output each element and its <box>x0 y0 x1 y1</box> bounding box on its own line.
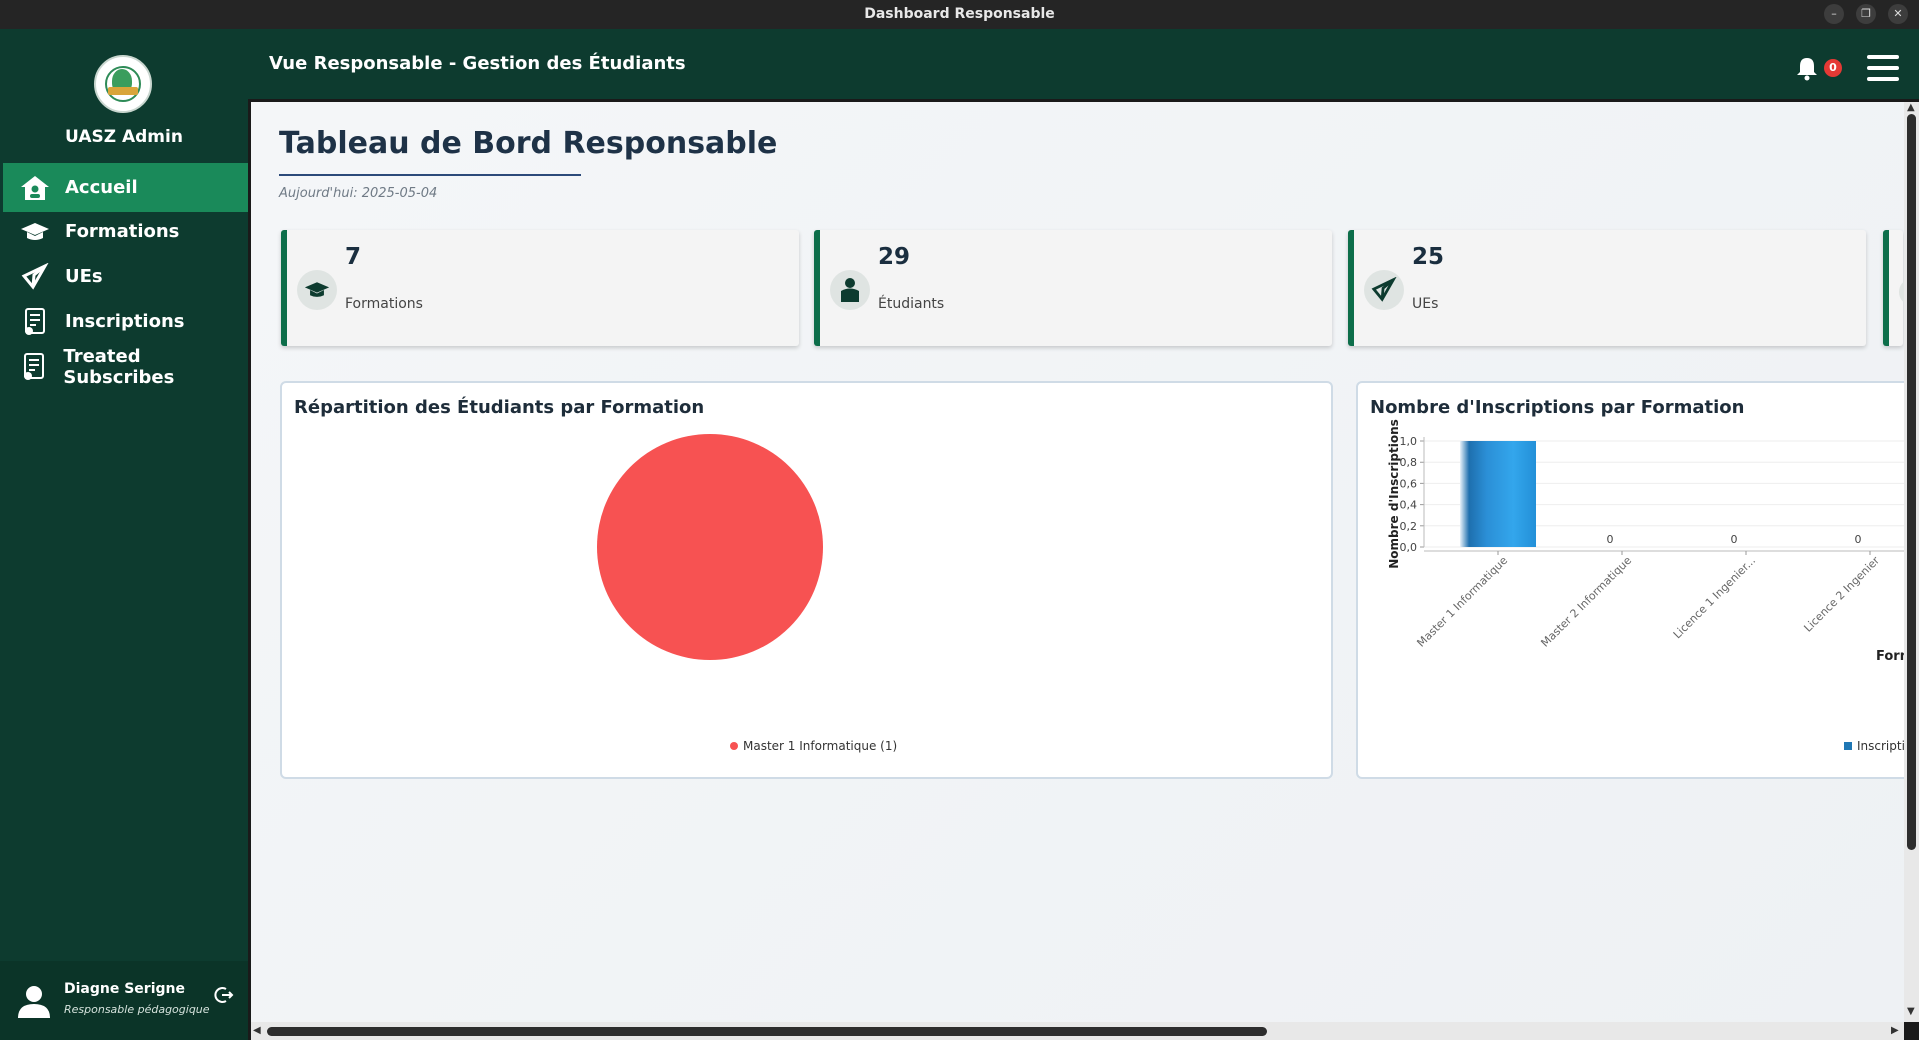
sidebar-item-label: Treated Subscribes <box>63 345 175 388</box>
document-icon <box>19 351 49 383</box>
sidebar-item-treated-subscribes[interactable]: Treated Subscribes <box>3 342 248 391</box>
legend-square <box>1844 742 1852 750</box>
current-date: Aujourd'hui: 2025-05-04 <box>279 186 438 201</box>
user-role: Responsable pédagogique <box>64 1003 210 1016</box>
sidebar-item-formations[interactable]: Formations <box>3 207 248 256</box>
bar-data-label: 0 <box>1731 533 1738 546</box>
main-content: Tableau de Bord Responsable Aujourd'hui:… <box>251 102 1904 1022</box>
bar-y-tick-label: 0,8 <box>1400 456 1418 469</box>
header-bar: Vue Responsable - Gestion des Étudiants … <box>248 29 1919 99</box>
document-icon <box>19 306 51 338</box>
sidebar-item-accueil[interactable]: Accueil <box>3 163 248 212</box>
horizontal-scroll-thumb[interactable] <box>267 1027 1267 1036</box>
stat-label: UEs <box>1412 296 1439 312</box>
bar-y-tick-label: 1,0 <box>1400 435 1418 448</box>
menu-icon[interactable] <box>1867 55 1899 81</box>
graduation-cap-icon <box>19 216 51 248</box>
bar-legend-item: Inscriptio <box>1844 739 1904 753</box>
sidebar-brand: UASZ Admin <box>65 127 183 147</box>
page-title: Tableau de Bord Responsable <box>279 126 778 161</box>
home-icon <box>19 172 51 204</box>
sidebar-item-label: Accueil <box>65 177 138 198</box>
pie-chart <box>597 434 823 660</box>
header-title: Vue Responsable - Gestion des Étudiants <box>269 53 686 74</box>
scroll-right-icon[interactable]: ▶ <box>1891 1025 1899 1036</box>
bar-y-tick-label: 0,0 <box>1400 541 1418 554</box>
horizontal-scrollbar[interactable]: ◀ ▶ <box>251 1022 1904 1040</box>
stat-label: Formations <box>345 296 423 312</box>
unity-icon <box>1364 270 1404 310</box>
bar-data-label: 0 <box>1607 533 1614 546</box>
minimize-icon[interactable]: – <box>1824 4 1844 24</box>
bar-y-tick-label: 0,6 <box>1400 477 1418 490</box>
bar-y-tick-label: 0,2 <box>1400 520 1418 533</box>
window-titlebar: Dashboard Responsable – ❐ ✕ <box>0 0 1919 29</box>
unity-icon <box>19 261 51 293</box>
stat-label: Étudiants <box>878 296 945 312</box>
bar-data-label: 0 <box>1855 533 1862 546</box>
bar-x-axis-label: Form <box>1876 649 1904 664</box>
user-name: Diagne Serigne <box>64 981 185 997</box>
pie-slice <box>597 434 823 660</box>
sidebar-item-inscriptions[interactable]: Inscriptions <box>3 297 248 346</box>
sidebar: UASZ Admin Accueil Formations UEs Inscri… <box>0 29 248 1040</box>
bar-legend-label: Inscriptio <box>1857 739 1904 753</box>
scroll-left-icon[interactable]: ◀ <box>253 1025 261 1036</box>
bar-chart-panel: Nombre d'Inscriptions par Formation Nomb… <box>1356 381 1904 779</box>
stat-value: 29 <box>878 244 911 270</box>
bar-x-tick-label: Licence 2 Ingenier <box>1801 554 1882 635</box>
scroll-down-icon[interactable]: ▼ <box>1907 1006 1915 1017</box>
pie-legend-item: Master 1 Informatique (1) <box>730 739 897 753</box>
student-icon <box>830 270 870 310</box>
logout-icon[interactable] <box>214 985 234 1005</box>
stat-card-etudiants: 29 Étudiants <box>814 230 1332 346</box>
vertical-scrollbar[interactable]: ▲ ▼ <box>1904 102 1919 1022</box>
bar-x-tick-label: Master 2 Informatique <box>1538 554 1634 650</box>
university-logo <box>94 55 152 113</box>
pie-legend-label: Master 1 Informatique (1) <box>743 739 898 753</box>
user-panel: Diagne Serigne Responsable pédagogique <box>0 961 248 1040</box>
bar-x-tick-label: Master 1 Informatique <box>1414 554 1510 650</box>
stat-value: 25 <box>1412 244 1445 270</box>
stat-card-ues: 25 UEs <box>1348 230 1866 346</box>
bar-x-tick-label: Licence 1 Ingenier... <box>1671 554 1758 641</box>
graduation-cap-icon <box>297 270 337 310</box>
sidebar-item-label: Formations <box>65 221 180 242</box>
stat-card-partial <box>1883 230 1904 346</box>
restore-icon[interactable]: ❐ <box>1856 4 1876 24</box>
user-avatar-icon <box>16 983 52 1019</box>
vertical-scroll-thumb[interactable] <box>1907 114 1916 850</box>
stat-value: 7 <box>345 244 362 270</box>
bar <box>1460 441 1536 547</box>
pie-chart-panel: Répartition des Étudiants par Formation … <box>280 381 1333 779</box>
sidebar-item-ues[interactable]: UEs <box>3 252 248 301</box>
stat-card-formations: 7 Formations <box>281 230 799 346</box>
sidebar-item-label: Inscriptions <box>65 311 185 332</box>
sidebar-item-label: UEs <box>65 266 103 287</box>
scroll-up-icon[interactable]: ▲ <box>1907 102 1915 113</box>
bar-chart: Nombre d'Inscriptions0,00,20,40,60,81,0M… <box>1387 419 1904 664</box>
close-icon[interactable]: ✕ <box>1888 4 1908 24</box>
window-title: Dashboard Responsable <box>864 6 1055 22</box>
legend-dot <box>730 742 738 750</box>
notification-badge: 0 <box>1824 59 1842 77</box>
title-underline <box>279 174 581 176</box>
bell-icon[interactable] <box>1794 55 1820 81</box>
bar-y-tick-label: 0,4 <box>1400 499 1418 512</box>
